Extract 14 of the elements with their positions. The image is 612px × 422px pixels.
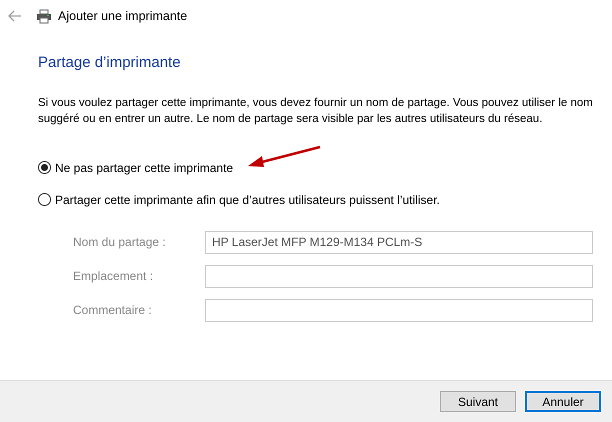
description-text: Si vous voulez partager cette imprimante, vous devez fournir un nom de partage. Vous pouvez utiliser le nom suggéré ou en entrer un autre. Le nom de partage sera visible par les autres utilisateurs du réseau.: [38, 96, 594, 126]
window-title: Ajouter une imprimante: [58, 8, 188, 25]
page-heading: Partage d’imprimante: [38, 53, 181, 73]
back-arrow-icon[interactable]: [8, 10, 22, 22]
field-label: Nom du partage :: [73, 234, 167, 251]
field-label: Emplacement :: [73, 268, 154, 285]
radio-button[interactable]: [38, 161, 51, 174]
printer-icon: [36, 8, 52, 24]
dialog-button[interactable]: Suivant: [440, 391, 516, 412]
dialog-button[interactable]: Annuler: [525, 391, 601, 412]
option-label[interactable]: Partager cette imprimante afin que d’autres utilisateurs puissent l’utiliser.: [55, 190, 440, 208]
field-label: Commentaire :: [73, 302, 153, 319]
radio-button[interactable]: [38, 193, 51, 206]
option-label[interactable]: Ne pas partager cette imprimante: [55, 158, 234, 176]
